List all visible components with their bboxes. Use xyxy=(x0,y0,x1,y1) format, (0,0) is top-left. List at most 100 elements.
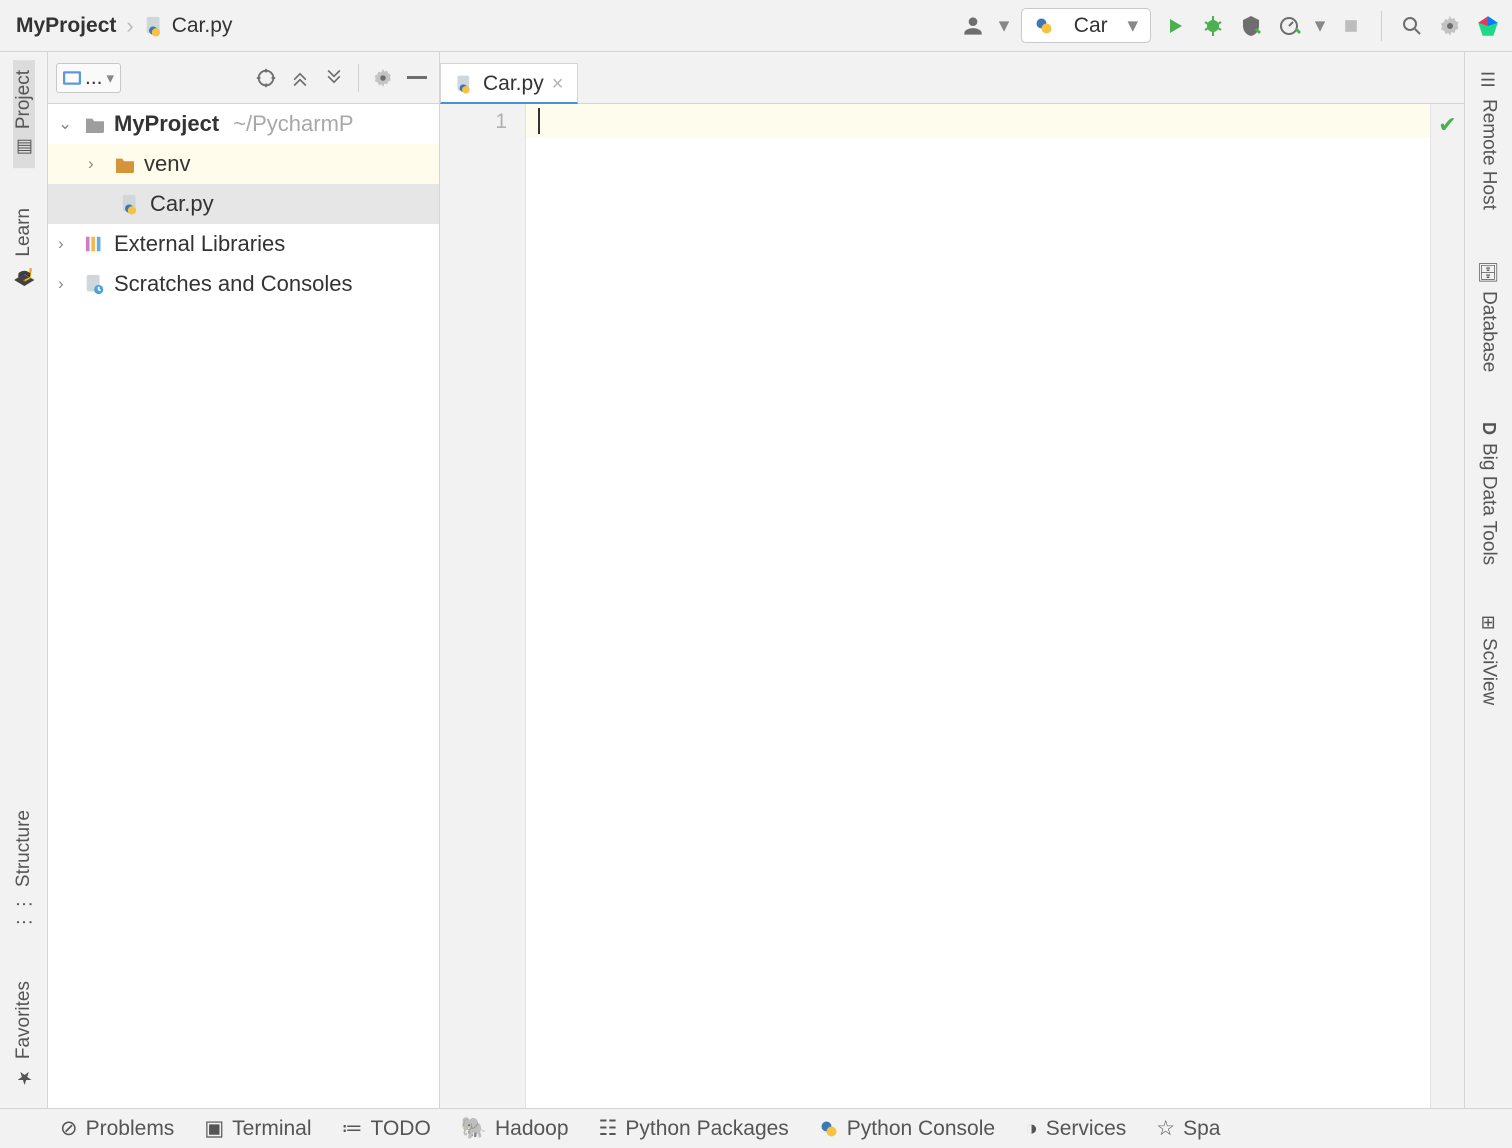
tool-window-label: Problems xyxy=(86,1117,175,1141)
tool-window-big-data[interactable]: D Big Data Tools xyxy=(1478,412,1500,575)
tool-window-label: Big Data Tools xyxy=(1478,443,1500,565)
tree-external-libraries[interactable]: › External Libraries xyxy=(48,224,439,264)
tool-window-label: Project xyxy=(13,70,35,129)
current-line-highlight xyxy=(526,104,1430,138)
graduation-cap-icon: 🎓 xyxy=(13,265,35,287)
search-everywhere-button[interactable] xyxy=(1398,12,1426,40)
panel-settings-button[interactable] xyxy=(369,64,397,92)
chevron-down-icon: ▾ xyxy=(107,69,115,87)
breadcrumb: MyProject › Car.py xyxy=(10,12,238,40)
project-panel-toolbar: ... ▾ xyxy=(48,52,439,104)
tool-window-spark[interactable]: ☆ Spa xyxy=(1156,1116,1220,1141)
tool-window-python-packages[interactable]: ☷ Python Packages xyxy=(599,1116,789,1141)
tool-window-hadoop[interactable]: 🐘 Hadoop xyxy=(461,1117,569,1141)
python-file-icon xyxy=(455,74,475,94)
tree-folder-venv[interactable]: › venv xyxy=(48,144,439,184)
problems-icon: ⊘ xyxy=(60,1116,78,1141)
tool-window-label: Python Packages xyxy=(625,1117,788,1141)
separator xyxy=(358,64,359,92)
tool-window-database[interactable]: 🗄 Database xyxy=(1478,250,1500,382)
tool-window-favorites[interactable]: ★ Favorites xyxy=(13,971,35,1098)
python-icon xyxy=(819,1119,839,1139)
collapse-all-button[interactable] xyxy=(320,64,348,92)
chevron-right-icon: › xyxy=(58,274,76,294)
breadcrumb-file[interactable]: Car.py xyxy=(138,12,239,40)
expand-all-button[interactable] xyxy=(286,64,314,92)
chevron-down-icon: ▾ xyxy=(1127,13,1138,38)
run-button[interactable] xyxy=(1161,12,1189,40)
close-tab-button[interactable]: × xyxy=(552,73,564,96)
tool-window-label: Database xyxy=(1478,291,1500,372)
star-icon: ☆ xyxy=(1156,1116,1175,1141)
coverage-button[interactable] xyxy=(1237,12,1265,40)
tool-window-terminal[interactable]: ▣ Terminal xyxy=(204,1116,311,1141)
library-icon xyxy=(84,234,106,254)
tree-scratches[interactable]: › Scratches and Consoles xyxy=(48,264,439,304)
tree-label: Scratches and Consoles xyxy=(114,271,352,297)
breadcrumb-project[interactable]: MyProject xyxy=(10,12,122,40)
inspection-ok-icon[interactable]: ✔ xyxy=(1438,112,1456,1108)
left-tool-strip: ▤ Project 🎓 Learn ⋮⋮ Structure ★ Favorit… xyxy=(0,52,48,1108)
project-tree: ⌄ MyProject ~/PycharmP › venv xyxy=(48,104,439,1108)
hide-panel-button[interactable] xyxy=(403,64,431,92)
python-icon xyxy=(1034,16,1054,36)
python-file-icon xyxy=(120,193,142,215)
editor-body: 1 ✔ xyxy=(440,104,1464,1108)
tool-window-todo[interactable]: ≔ TODO xyxy=(342,1116,431,1141)
project-view-label: ... xyxy=(85,66,103,90)
breadcrumb-project-label: MyProject xyxy=(16,14,116,38)
tool-window-label: SciView xyxy=(1478,638,1500,705)
dropdown-caret-icon[interactable]: ▾ xyxy=(1313,12,1327,40)
dropdown-caret-icon[interactable]: ▾ xyxy=(997,12,1011,40)
tree-file-car[interactable]: Car.py xyxy=(48,184,439,224)
jetbrains-logo-icon[interactable] xyxy=(1474,12,1502,40)
tool-window-label: Hadoop xyxy=(495,1117,569,1141)
tool-window-services[interactable]: ◑ Services xyxy=(1025,1117,1126,1141)
tool-window-problems[interactable]: ⊘ Problems xyxy=(60,1116,174,1141)
tool-window-project[interactable]: ▤ Project xyxy=(13,60,35,168)
locate-file-button[interactable] xyxy=(252,64,280,92)
tool-window-structure[interactable]: ⋮⋮ Structure xyxy=(13,800,35,941)
stop-button[interactable] xyxy=(1337,12,1365,40)
run-config-label: Car xyxy=(1062,14,1119,38)
remote-host-icon: ☰ xyxy=(1478,70,1500,91)
packages-icon: ☷ xyxy=(599,1116,618,1141)
tool-window-label: Structure xyxy=(13,810,35,887)
tree-root-project[interactable]: ⌄ MyProject ~/PycharmP xyxy=(48,104,439,144)
chevron-right-icon: › xyxy=(58,234,76,254)
tool-window-remote-host[interactable]: ☰ Remote Host xyxy=(1478,60,1500,220)
profile-button[interactable] xyxy=(1275,12,1303,40)
editor-tab-car[interactable]: Car.py × xyxy=(440,63,578,104)
sciview-icon: ⊞ xyxy=(1478,615,1500,630)
tool-window-label: Services xyxy=(1046,1117,1127,1141)
line-number: 1 xyxy=(440,110,507,134)
tool-window-label: Spa xyxy=(1183,1117,1220,1141)
vcs-user-icon[interactable] xyxy=(959,12,987,40)
editor-gutter: 1 xyxy=(440,104,526,1108)
settings-button[interactable] xyxy=(1436,12,1464,40)
scratches-icon xyxy=(84,273,106,295)
tool-window-label: Terminal xyxy=(232,1117,311,1141)
python-file-icon xyxy=(144,15,166,37)
project-view-selector[interactable]: ... ▾ xyxy=(56,63,121,93)
chevron-right-icon: › xyxy=(126,13,133,39)
tab-label: Car.py xyxy=(483,72,544,96)
tree-label: External Libraries xyxy=(114,231,285,257)
todo-icon: ≔ xyxy=(342,1116,363,1141)
tree-label: MyProject xyxy=(114,111,219,137)
folder-icon: ▤ xyxy=(13,137,35,158)
separator xyxy=(1381,11,1382,41)
tool-window-learn[interactable]: 🎓 Learn xyxy=(13,198,35,297)
tool-window-python-console[interactable]: Python Console xyxy=(819,1117,995,1141)
debug-button[interactable] xyxy=(1199,12,1227,40)
tool-window-sciview[interactable]: ⊞ SciView xyxy=(1478,605,1500,715)
tool-window-label: Remote Host xyxy=(1478,99,1500,210)
text-caret xyxy=(538,108,540,134)
code-editor[interactable] xyxy=(526,104,1430,1108)
navigation-bar: MyProject › Car.py ▾ Car ▾ xyxy=(0,0,1512,52)
toolbar-right: ▾ Car ▾ ▾ xyxy=(959,8,1502,43)
terminal-icon: ▣ xyxy=(204,1116,224,1141)
tree-path-hint: ~/PycharmP xyxy=(233,111,353,137)
project-panel: ... ▾ ⌄ MyProject ~/PycharmP xyxy=(48,52,440,1108)
run-configuration-selector[interactable]: Car ▾ xyxy=(1021,8,1151,43)
